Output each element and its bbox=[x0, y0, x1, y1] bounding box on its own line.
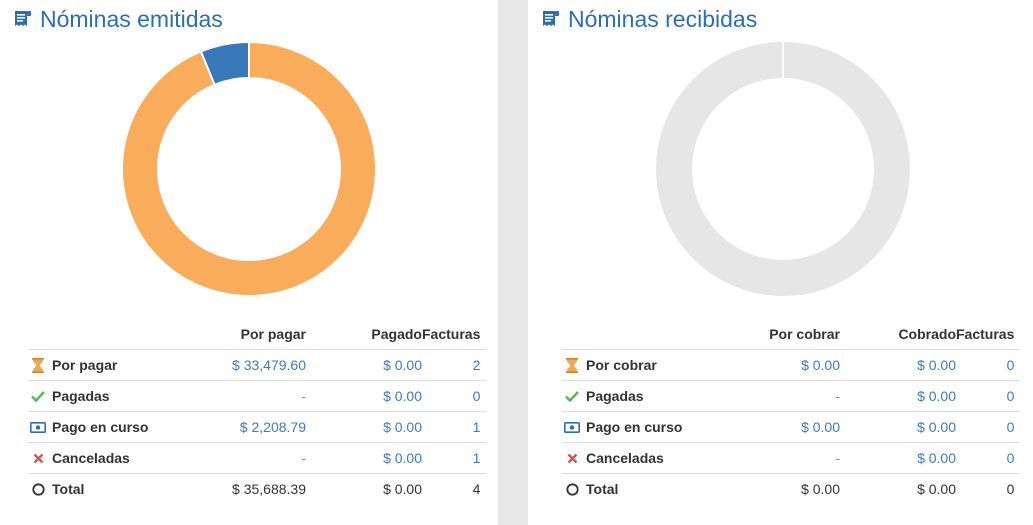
receipt-icon bbox=[543, 11, 559, 26]
facturas-count-link[interactable]: 0 bbox=[1007, 419, 1015, 435]
table-row-pagadas: Pagadas - $ 0.00 0 bbox=[28, 380, 487, 412]
table-row-pago-en-curso: Pago en curso $ 0.00 $ 0.00 0 bbox=[562, 411, 1021, 443]
check-icon bbox=[564, 388, 580, 404]
row-label: Por pagar bbox=[52, 357, 118, 373]
cobrado-amount-link[interactable]: $ 0.00 bbox=[917, 450, 956, 466]
por-cobrar-amount: - bbox=[835, 388, 840, 404]
cobrado-amount-link[interactable]: $ 0.00 bbox=[917, 419, 956, 435]
table-row-por-cobrar: Por cobrar $ 0.00 $ 0.00 0 bbox=[562, 349, 1021, 381]
recibidas-donut-chart bbox=[656, 42, 910, 296]
row-label: Pago en curso bbox=[586, 419, 683, 435]
table-row-por-pagar: Por pagar $ 33,479.60 $ 0.00 2 bbox=[28, 349, 487, 381]
donut-empty-ring bbox=[656, 42, 910, 296]
donut-slice-por-pagar[interactable] bbox=[121, 40, 377, 297]
check-icon bbox=[30, 388, 46, 404]
por-pagar-amount-link[interactable]: $ 33,479.60 bbox=[232, 357, 306, 373]
row-label: Pago en curso bbox=[52, 419, 149, 435]
por-cobrar-amount-link[interactable]: $ 0.00 bbox=[801, 419, 840, 435]
pagado-amount-link[interactable]: $ 0.00 bbox=[383, 450, 422, 466]
money-icon bbox=[30, 419, 46, 435]
pagado-amount-link[interactable]: $ 0.00 bbox=[383, 388, 422, 404]
por-pagar-amount: - bbox=[301, 450, 306, 466]
pagado-amount-link[interactable]: $ 0.00 bbox=[383, 419, 422, 435]
por-pagar-amount-link[interactable]: $ 2,208.79 bbox=[240, 419, 306, 435]
header-pagado: Pagado bbox=[306, 318, 422, 350]
panel-title: Nóminas emitidas bbox=[12, 6, 223, 32]
nominas-recibidas-panel: Nóminas recibidas Por cobrar Cobrado Fac… bbox=[528, 0, 1033, 525]
cross-icon bbox=[564, 450, 580, 466]
facturas-count-link[interactable]: 0 bbox=[1007, 450, 1015, 466]
row-label: Por cobrar bbox=[586, 357, 657, 373]
hourglass-icon bbox=[564, 357, 580, 373]
por-pagar-amount: - bbox=[301, 388, 306, 404]
facturas-count-link[interactable]: 2 bbox=[473, 357, 481, 373]
facturas-count-link[interactable]: 1 bbox=[473, 419, 481, 435]
total-facturas: 4 bbox=[472, 481, 481, 497]
row-label: Pagadas bbox=[586, 388, 644, 404]
nominas-emitidas-panel: Nóminas emitidas Por pagar Pagado Factur… bbox=[0, 0, 498, 525]
row-label: Total bbox=[52, 481, 85, 497]
header-empty bbox=[562, 318, 718, 350]
header-por-pagar: Por pagar bbox=[184, 318, 306, 350]
header-por-cobrar: Por cobrar bbox=[718, 318, 840, 350]
table-row-pagadas: Pagadas - $ 0.00 0 bbox=[562, 380, 1021, 412]
facturas-count-link[interactable]: 0 bbox=[1007, 388, 1015, 404]
cobrado-amount-link[interactable]: $ 0.00 bbox=[917, 357, 956, 373]
cobrado-amount-link[interactable]: $ 0.00 bbox=[917, 388, 956, 404]
table-row-canceladas: Canceladas - $ 0.00 0 bbox=[562, 442, 1021, 474]
header-facturas: Facturas bbox=[422, 318, 487, 350]
row-label: Pagadas bbox=[52, 388, 110, 404]
table-header-row: Por pagar Pagado Facturas bbox=[28, 318, 487, 350]
emitidas-summary-table: Por pagar Pagado Facturas Por pagar $ 33… bbox=[28, 318, 487, 505]
title-text: Nóminas emitidas bbox=[40, 6, 223, 32]
header-facturas: Facturas bbox=[956, 318, 1021, 350]
emitidas-donut-chart bbox=[121, 40, 377, 297]
panel-title: Nóminas recibidas bbox=[540, 6, 757, 32]
table-row-total: Total $ 35,688.39 $ 0.00 4 bbox=[28, 474, 486, 505]
facturas-count-link[interactable]: 0 bbox=[1007, 357, 1015, 373]
receipt-icon bbox=[15, 11, 31, 26]
por-cobrar-amount-link[interactable]: $ 0.00 bbox=[801, 357, 840, 373]
circle-icon bbox=[30, 481, 46, 497]
header-cobrado: Cobrado bbox=[840, 318, 956, 350]
total-por-cobrar: $ 0.00 bbox=[801, 481, 840, 497]
total-por-pagar: $ 35,688.39 bbox=[232, 481, 306, 497]
title-text: Nóminas recibidas bbox=[568, 6, 758, 32]
facturas-count-link[interactable]: 1 bbox=[473, 450, 481, 466]
money-icon bbox=[564, 419, 580, 435]
table-row-total: Total $ 0.00 $ 0.00 0 bbox=[562, 474, 1020, 505]
cross-icon bbox=[30, 450, 46, 466]
facturas-count-link[interactable]: 0 bbox=[473, 388, 481, 404]
row-label: Canceladas bbox=[586, 450, 664, 466]
hourglass-icon bbox=[30, 357, 46, 373]
total-facturas: 0 bbox=[1006, 481, 1015, 497]
circle-icon bbox=[564, 481, 580, 497]
total-cobrado: $ 0.00 bbox=[917, 481, 956, 497]
por-cobrar-amount: - bbox=[835, 450, 840, 466]
row-label: Canceladas bbox=[52, 450, 130, 466]
table-row-pago-en-curso: Pago en curso $ 2,208.79 $ 0.00 1 bbox=[28, 411, 487, 443]
table-row-canceladas: Canceladas - $ 0.00 1 bbox=[28, 442, 487, 474]
row-label: Total bbox=[586, 481, 619, 497]
table-header-row: Por cobrar Cobrado Facturas bbox=[562, 318, 1021, 350]
total-pagado: $ 0.00 bbox=[383, 481, 422, 497]
pagado-amount-link[interactable]: $ 0.00 bbox=[383, 357, 422, 373]
recibidas-summary-table: Por cobrar Cobrado Facturas Por cobrar $… bbox=[562, 318, 1021, 505]
header-empty bbox=[28, 318, 184, 350]
